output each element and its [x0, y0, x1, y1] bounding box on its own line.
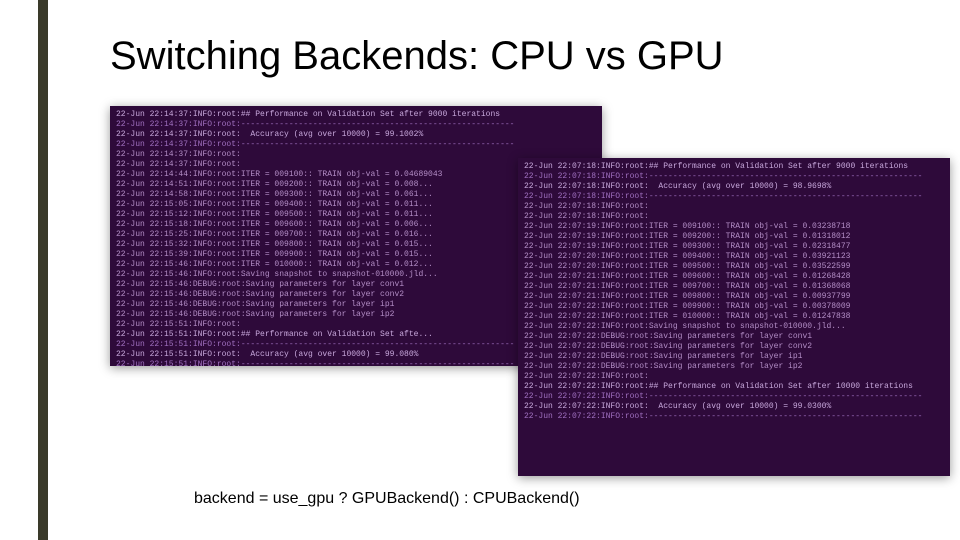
terminal-line: 22-Jun 22:07:22:INFO:root: Accuracy (avg…: [524, 402, 944, 412]
slide-title: Switching Backends: CPU vs GPU: [110, 34, 724, 79]
terminal-line: 22-Jun 22:07:18:INFO:root: Accuracy (avg…: [524, 182, 944, 192]
terminal-line: 22-Jun 22:07:22:DEBUG:root:Saving parame…: [524, 352, 944, 362]
terminal-line: 22-Jun 22:07:18:INFO:root:--------------…: [524, 192, 944, 202]
terminal-line: 22-Jun 22:07:22:INFO:root:ITER = 010000:…: [524, 312, 944, 322]
terminal-line: 22-Jun 22:14:37:INFO:root:--------------…: [116, 120, 596, 130]
terminal-line: 22-Jun 22:07:21:INFO:root:ITER = 009600:…: [524, 272, 944, 282]
terminal-line: 22-Jun 22:07:18:INFO:root:--------------…: [524, 172, 944, 182]
terminal-line: 22-Jun 22:07:21:INFO:root:ITER = 009700:…: [524, 282, 944, 292]
terminal-line: 22-Jun 22:07:22:INFO:root:--------------…: [524, 392, 944, 402]
terminal-line: 22-Jun 22:14:37:INFO:root: Accuracy (avg…: [116, 130, 596, 140]
terminal-line: 22-Jun 22:14:37:INFO:root:--------------…: [116, 140, 596, 150]
terminal-line: 22-Jun 22:07:22:DEBUG:root:Saving parame…: [524, 332, 944, 342]
terminal-line: 22-Jun 22:07:19:INFO:root:ITER = 009300:…: [524, 242, 944, 252]
code-line: backend = use_gpu ? GPUBackend() : CPUBa…: [194, 490, 580, 508]
terminal-line: 22-Jun 22:07:22:INFO:root:: [524, 372, 944, 382]
terminal-line: 22-Jun 22:07:18:INFO:root:: [524, 202, 944, 212]
terminal-line: 22-Jun 22:07:18:INFO:root:## Performance…: [524, 162, 944, 172]
accent-bar: [38, 0, 48, 540]
terminal-right: 22-Jun 22:07:18:INFO:root:## Performance…: [518, 158, 950, 476]
terminal-line: 22-Jun 22:07:20:INFO:root:ITER = 009500:…: [524, 262, 944, 272]
terminal-line: 22-Jun 22:07:22:INFO:root:Saving snapsho…: [524, 322, 944, 332]
terminal-line: 22-Jun 22:07:22:INFO:root:--------------…: [524, 412, 944, 422]
terminal-line: 22-Jun 22:14:37:INFO:root:## Performance…: [116, 110, 596, 120]
terminal-line: 22-Jun 22:07:19:INFO:root:ITER = 009200:…: [524, 232, 944, 242]
terminal-line: 22-Jun 22:07:22:DEBUG:root:Saving parame…: [524, 342, 944, 352]
terminal-line: 22-Jun 22:07:22:DEBUG:root:Saving parame…: [524, 362, 944, 372]
terminal-line: 22-Jun 22:07:22:INFO:root:## Performance…: [524, 382, 944, 392]
terminal-line: 22-Jun 22:07:22:INFO:root:ITER = 009900:…: [524, 302, 944, 312]
terminal-line: 22-Jun 22:07:21:INFO:root:ITER = 009800:…: [524, 292, 944, 302]
terminal-line: 22-Jun 22:07:20:INFO:root:ITER = 009400:…: [524, 252, 944, 262]
terminal-line: 22-Jun 22:07:18:INFO:root:: [524, 212, 944, 222]
slide: Switching Backends: CPU vs GPU 22-Jun 22…: [0, 0, 960, 540]
terminal-line: 22-Jun 22:07:19:INFO:root:ITER = 009100:…: [524, 222, 944, 232]
